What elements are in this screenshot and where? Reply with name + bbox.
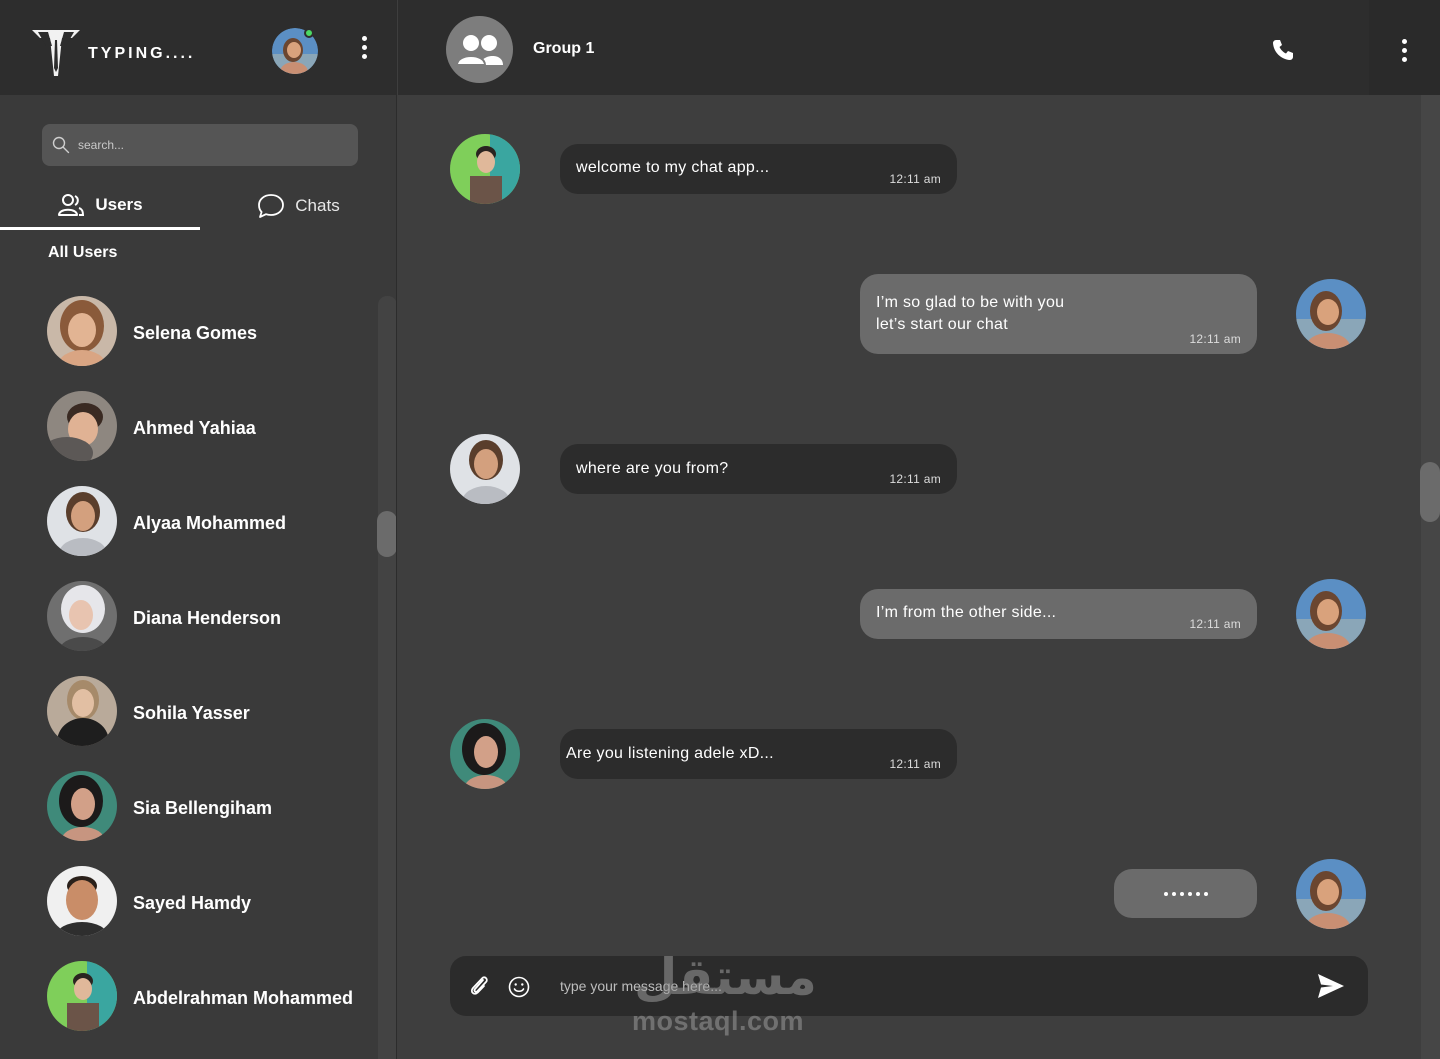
message-bubble: welcome to my chat app... 12:11 am: [560, 144, 957, 194]
chat-menu-kebab-icon[interactable]: [1394, 35, 1414, 65]
search-box: [42, 124, 358, 166]
avatar: [47, 581, 117, 651]
user-item[interactable]: Sia Bellengiham: [0, 763, 378, 843]
chat-title: Group 1: [533, 40, 595, 57]
avatar: [47, 961, 117, 1031]
my-avatar[interactable]: [1296, 859, 1366, 929]
message-text: I’m from the other side...: [876, 604, 1057, 621]
message-text: I’m so glad to be with you let’s start o…: [876, 294, 1065, 333]
my-avatar[interactable]: [1296, 279, 1366, 349]
send-icon[interactable]: [1317, 973, 1345, 999]
user-name: Abdelrahman Mohammed: [133, 988, 354, 1008]
typing-dot: [1203, 891, 1208, 896]
message-time: 12:11 am: [889, 757, 941, 771]
user-name: Diana Henderson: [133, 608, 282, 628]
avatar: [47, 296, 117, 366]
typing-dot: [1163, 891, 1168, 896]
user-name: Ahmed Yahiaa: [133, 418, 256, 438]
phone-call-icon[interactable]: [1271, 38, 1295, 62]
user-item[interactable]: Sayed Hamdy: [0, 858, 378, 938]
sidebar-header: TYPING....: [0, 0, 396, 95]
avatar: [47, 676, 117, 746]
brand-name: TYPING....: [88, 45, 196, 62]
user-item[interactable]: Selena Gomes: [0, 288, 378, 368]
attachment-paperclip-icon[interactable]: [468, 974, 490, 998]
message-bubble: where are you from? 12:11 am: [560, 444, 957, 494]
sidebar: TYPING.... Users: [0, 0, 397, 1059]
logo-icon: [32, 30, 80, 76]
chat-scrollbar-thumb[interactable]: [1420, 462, 1440, 522]
message-text: Are you listening adele xD...: [566, 745, 774, 762]
message-bubble: Are you listening adele xD... 12:11 am: [560, 729, 957, 779]
avatar: [47, 391, 117, 461]
message-time: 12:11 am: [1189, 617, 1241, 631]
user-name: Alyaa Mohammed: [133, 513, 287, 533]
user-item[interactable]: Abdelrahman Mohammed: [0, 953, 378, 1033]
message-text: welcome to my chat app...: [576, 159, 770, 176]
message-composer: [450, 956, 1368, 1016]
user-name: Sia Bellengiham: [133, 798, 273, 818]
avatar: [47, 486, 117, 556]
message-bubble: I’m so glad to be with you let’s start o…: [860, 274, 1257, 354]
message-time: 12:11 am: [889, 172, 941, 186]
tab-chats[interactable]: Chats: [200, 182, 396, 230]
search-icon: [52, 136, 70, 154]
avatar: [47, 771, 117, 841]
users-icon: [58, 193, 85, 216]
typing-dot: [1187, 891, 1192, 896]
emoji-smiley-icon[interactable]: [508, 976, 530, 998]
sender-avatar[interactable]: [450, 719, 520, 789]
user-item[interactable]: Alyaa Mohammed: [0, 478, 378, 558]
group-icon: [455, 34, 503, 66]
avatar: [47, 866, 117, 936]
sidebar-scrollbar-thumb[interactable]: [377, 511, 396, 557]
message-bubble: I’m from the other side... 12:11 am: [860, 589, 1257, 639]
search-input[interactable]: [78, 138, 338, 152]
user-name: Sayed Hamdy: [133, 893, 252, 913]
message-text: where are you from?: [576, 460, 729, 477]
sender-avatar[interactable]: [450, 434, 520, 504]
tab-chats-label: Chats: [295, 196, 340, 215]
sidebar-menu-kebab-icon[interactable]: [354, 32, 374, 62]
chat-bubble-icon: [258, 194, 285, 218]
typing-indicator: [1114, 869, 1257, 918]
typing-dot: [1195, 891, 1200, 896]
online-status-dot: [304, 28, 314, 38]
sender-avatar[interactable]: [450, 134, 520, 204]
message-time: 12:11 am: [1189, 332, 1241, 346]
message-input[interactable]: [560, 972, 1260, 1000]
group-avatar[interactable]: [446, 16, 513, 83]
tab-users-label: Users: [95, 194, 143, 214]
user-name: Sohila Yasser: [133, 703, 250, 723]
typing-dot: [1179, 891, 1184, 896]
my-avatar[interactable]: [1296, 579, 1366, 649]
user-name: Selena Gomes: [133, 323, 258, 343]
tab-users[interactable]: Users: [0, 182, 200, 230]
user-item[interactable]: Diana Henderson: [0, 573, 378, 653]
section-title: All Users: [48, 244, 118, 261]
chat-scrollbar-track: [1421, 95, 1440, 1059]
user-item[interactable]: Ahmed Yahiaa: [0, 383, 378, 463]
user-item[interactable]: Sohila Yasser: [0, 668, 378, 748]
sidebar-scrollbar-track: [378, 296, 396, 1059]
typing-dot: [1171, 891, 1176, 896]
message-time: 12:11 am: [889, 472, 941, 486]
